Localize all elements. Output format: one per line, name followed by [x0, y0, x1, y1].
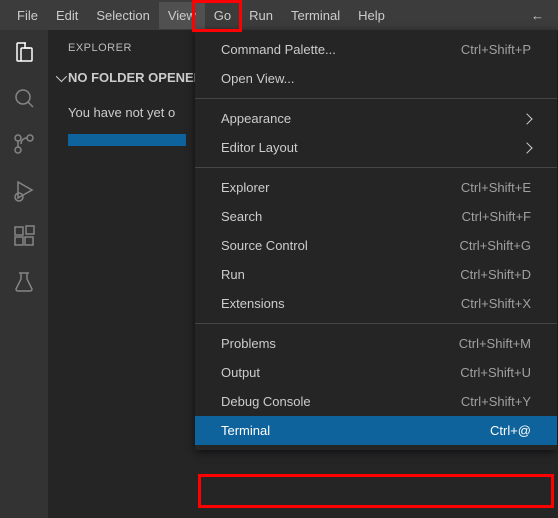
menu-item-shortcut: Ctrl+Shift+Y [461, 394, 531, 409]
chevron-down-icon [56, 70, 67, 81]
menu-item-editor-layout[interactable]: Editor Layout [195, 133, 557, 162]
sidebar-section-label: NO FOLDER OPENED [68, 70, 203, 85]
menu-separator [195, 98, 557, 99]
menu-go[interactable]: Go [205, 2, 240, 29]
menu-item-shortcut: Ctrl+Shift+M [459, 336, 531, 351]
explorer-icon[interactable] [12, 40, 36, 64]
menu-item-shortcut: Ctrl+Shift+E [461, 180, 531, 195]
menu-file[interactable]: File [8, 2, 47, 29]
menu-item-label: Extensions [221, 296, 285, 311]
testing-icon[interactable] [12, 270, 36, 294]
menu-edit[interactable]: Edit [47, 2, 87, 29]
menu-run[interactable]: Run [240, 2, 282, 29]
menu-item-label: Problems [221, 336, 276, 351]
activity-bar [0, 30, 48, 518]
menu-item-label: Debug Console [221, 394, 311, 409]
menu-item-label: Appearance [221, 111, 291, 126]
menu-item-shortcut: Ctrl+Shift+G [459, 238, 531, 253]
menu-item-label: Search [221, 209, 262, 224]
menu-item-shortcut: Ctrl+Shift+F [462, 209, 531, 224]
menu-item-explorer[interactable]: Explorer Ctrl+Shift+E [195, 173, 557, 202]
menu-item-label: Open View... [221, 71, 294, 86]
menu-item-label: Terminal [221, 423, 270, 438]
menu-item-label: Source Control [221, 238, 308, 253]
menu-item-label: Explorer [221, 180, 269, 195]
view-menu-dropdown: Command Palette... Ctrl+Shift+P Open View.… [195, 30, 557, 450]
menu-selection[interactable]: Selection [87, 2, 158, 29]
menu-item-shortcut: Ctrl+Shift+U [460, 365, 531, 380]
menu-item-search[interactable]: Search Ctrl+Shift+F [195, 202, 557, 231]
menu-item-source-control[interactable]: Source Control Ctrl+Shift+G [195, 231, 557, 260]
menu-view[interactable]: View [159, 2, 205, 29]
run-debug-icon[interactable] [12, 178, 36, 202]
window-back-icon[interactable]: ← [517, 2, 558, 29]
menu-item-command-palette[interactable]: Command Palette... Ctrl+Shift+P [195, 35, 557, 64]
open-folder-button[interactable] [68, 134, 186, 146]
menu-item-problems[interactable]: Problems Ctrl+Shift+M [195, 329, 557, 358]
extensions-icon[interactable] [12, 224, 36, 248]
menu-item-shortcut: Ctrl+@ [490, 423, 531, 438]
menu-item-label: Output [221, 365, 260, 380]
menu-help[interactable]: Help [349, 2, 394, 29]
menu-item-extensions[interactable]: Extensions Ctrl+Shift+X [195, 289, 557, 318]
menu-item-label: Editor Layout [221, 140, 298, 155]
source-control-icon[interactable] [12, 132, 36, 156]
menu-item-terminal[interactable]: Terminal Ctrl+@ [195, 416, 557, 445]
menu-terminal[interactable]: Terminal [282, 2, 349, 29]
menu-item-output[interactable]: Output Ctrl+Shift+U [195, 358, 557, 387]
menu-item-appearance[interactable]: Appearance [195, 104, 557, 133]
menu-separator [195, 167, 557, 168]
menu-item-shortcut: Ctrl+Shift+X [461, 296, 531, 311]
menu-item-label: Command Palette... [221, 42, 336, 57]
menubar: FileEditSelectionViewGoRunTerminalHelp ← [0, 0, 558, 30]
menu-item-open-view[interactable]: Open View... [195, 64, 557, 93]
menu-item-label: Run [221, 267, 245, 282]
menu-item-run[interactable]: Run Ctrl+Shift+D [195, 260, 557, 289]
chevron-right-icon [521, 113, 532, 124]
menu-separator [195, 323, 557, 324]
menu-item-debug-console[interactable]: Debug Console Ctrl+Shift+Y [195, 387, 557, 416]
menu-item-shortcut: Ctrl+Shift+D [460, 267, 531, 282]
chevron-right-icon [521, 142, 532, 153]
menu-item-shortcut: Ctrl+Shift+P [461, 42, 531, 57]
search-icon[interactable] [12, 86, 36, 110]
